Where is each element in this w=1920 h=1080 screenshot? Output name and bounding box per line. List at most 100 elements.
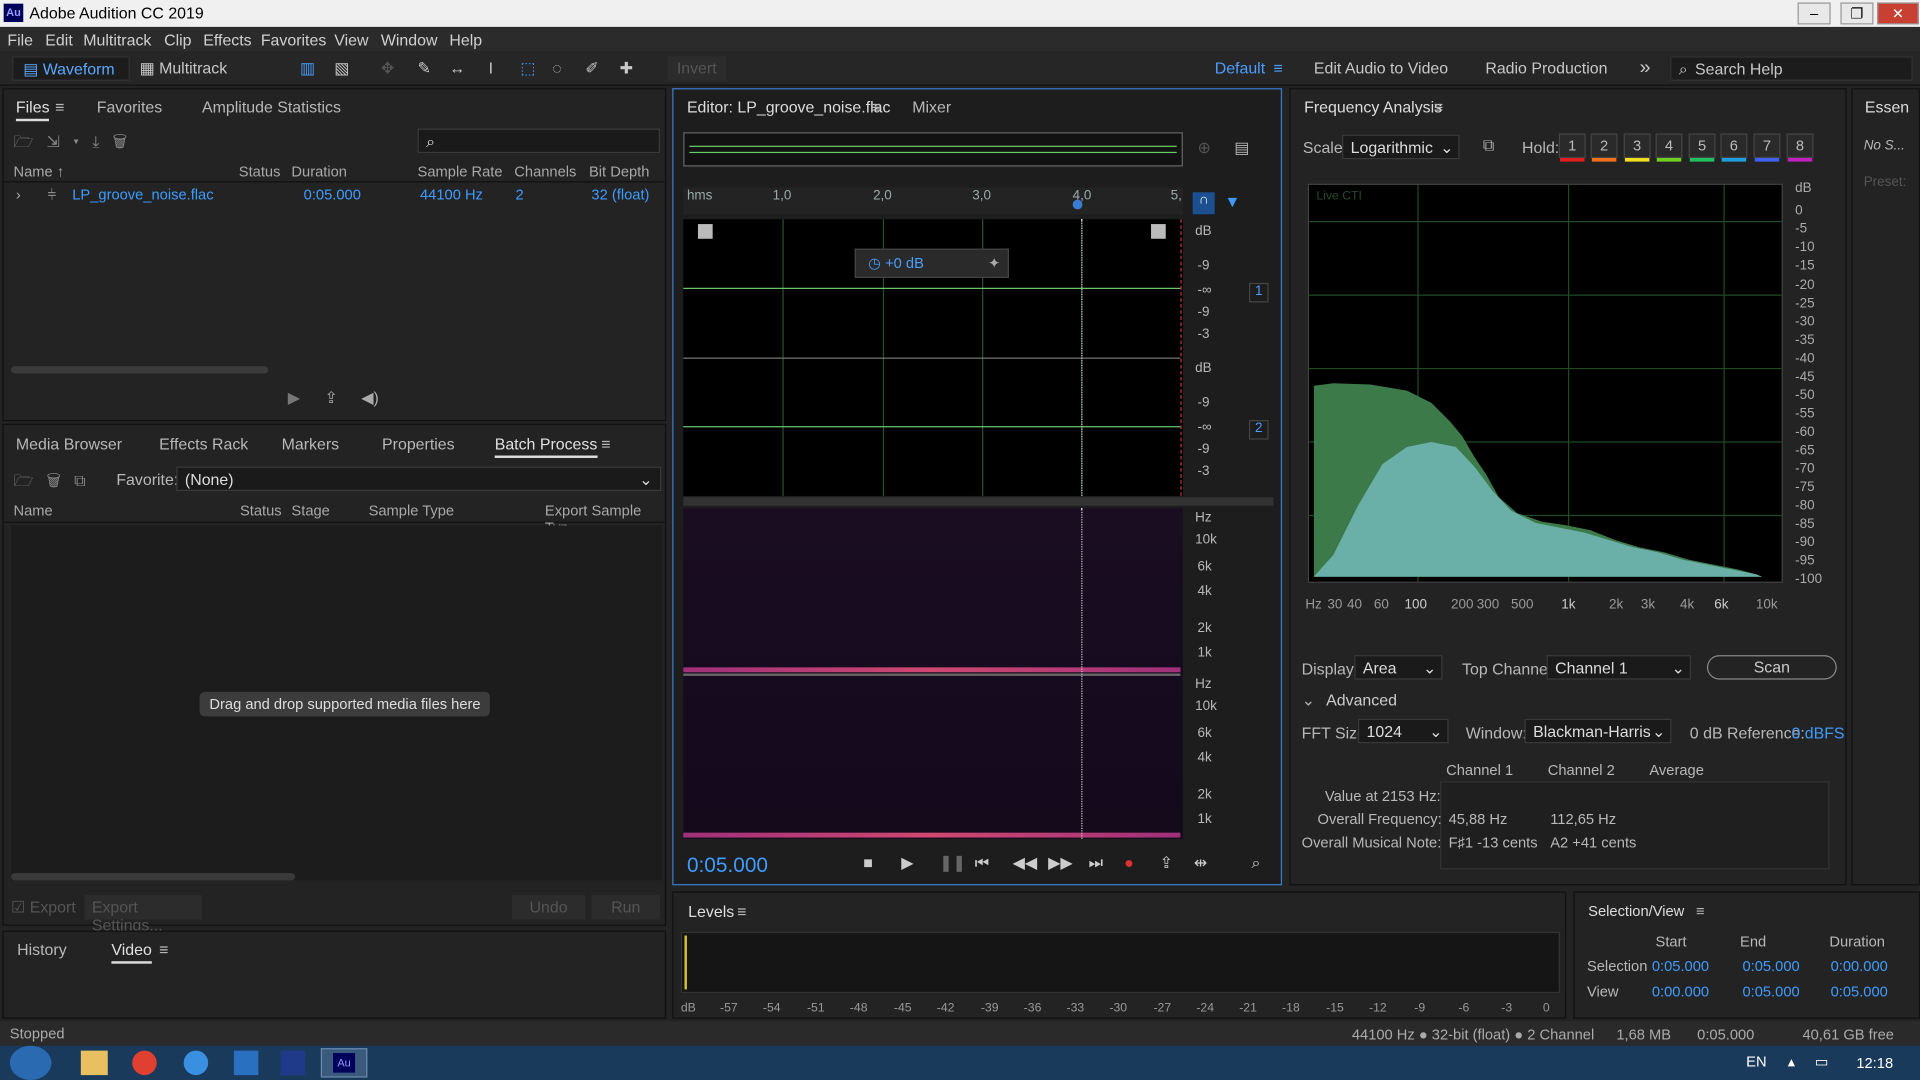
scan-button[interactable]: Scan <box>1706 655 1837 680</box>
time-ruler[interactable]: hms 1,0 2,0 3,0 4,0 5, <box>683 187 1183 215</box>
selection-end[interactable]: 0:05.000 <box>1742 958 1799 975</box>
hold-4-button[interactable]: 4 <box>1655 133 1683 162</box>
menu-window[interactable]: Window <box>381 31 438 49</box>
col-sample-type[interactable]: Sample Type <box>369 502 455 519</box>
col-name[interactable]: Name ↑ <box>13 163 64 180</box>
col-name[interactable]: Name <box>13 502 52 519</box>
workspace-edit-audio-video[interactable]: Edit Audio to Video <box>1314 56 1448 80</box>
gain-hud[interactable]: ◷ +0 dB ✦ <box>854 248 1009 278</box>
window-select[interactable]: Blackman-Harris ⌄ <box>1524 718 1672 744</box>
video-menu-icon[interactable]: ≡ <box>159 940 168 958</box>
favorite-select[interactable]: (None) ⌄ <box>176 466 662 492</box>
delete-icon[interactable]: 🗑 <box>113 132 127 150</box>
freq-menu-icon[interactable]: ≡ <box>1434 98 1443 116</box>
fast-forward-icon[interactable]: ▶▶ <box>1048 853 1072 873</box>
record-icon[interactable]: ● <box>1124 853 1134 871</box>
language-indicator[interactable]: EN <box>1746 1053 1766 1070</box>
hold-8-button[interactable]: 8 <box>1786 133 1814 162</box>
hold-7-button[interactable]: 7 <box>1753 133 1781 162</box>
tab-properties[interactable]: Properties <box>382 435 455 453</box>
channel-1-toggle[interactable]: 1 <box>1248 282 1269 303</box>
time-selection-tool-icon[interactable]: I <box>489 56 493 80</box>
chrome-icon[interactable] <box>132 1050 157 1076</box>
tab-effects-rack[interactable]: Effects Rack <box>159 435 248 453</box>
workspace-radio-production[interactable]: Radio Production <box>1485 56 1607 80</box>
overview-bar[interactable] <box>683 132 1183 167</box>
files-menu-icon[interactable]: ≡ <box>55 98 64 116</box>
play-preview-icon[interactable]: ▶ <box>288 388 300 408</box>
menu-clip[interactable]: Clip <box>164 31 191 49</box>
open-file-icon[interactable]: 🗁 <box>13 132 33 150</box>
save-app-icon[interactable] <box>280 1050 305 1076</box>
col-stage[interactable]: Stage <box>291 502 329 519</box>
selview-menu-icon[interactable]: ≡ <box>1696 902 1705 919</box>
new-file-icon[interactable]: ▾ <box>73 132 79 150</box>
menu-favorites[interactable]: Favorites <box>261 31 326 49</box>
waveform-display-icon[interactable]: ▥ <box>300 56 315 80</box>
tab-favorites[interactable]: Favorites <box>97 98 162 116</box>
menu-multitrack[interactable]: Multitrack <box>83 31 151 49</box>
scale-select[interactable]: Logarithmic ⌄ <box>1342 134 1460 160</box>
run-button[interactable]: Run <box>591 895 661 920</box>
zoom-icon[interactable]: ⌕ <box>1251 853 1260 873</box>
pause-icon[interactable]: ❚❚ <box>939 853 966 873</box>
export-settings-button[interactable]: Export Settings... <box>84 895 203 934</box>
import-icon[interactable]: ⇲ <box>46 132 59 150</box>
spectrum-graph[interactable]: Live CTI <box>1307 183 1783 583</box>
current-time[interactable]: 0:05.000 <box>687 853 768 877</box>
export-checkbox[interactable]: ☑ Export <box>11 898 76 918</box>
marquee-tool-icon[interactable]: ⬚ <box>520 56 535 80</box>
spot-healing-tool-icon[interactable]: ✚ <box>620 56 633 80</box>
tab-video[interactable]: Video <box>111 940 152 964</box>
workspace-default[interactable]: Default <box>1215 56 1265 80</box>
col-duration[interactable]: Duration <box>291 163 347 180</box>
tab-markers[interactable]: Markers <box>282 435 339 453</box>
fft-size-select[interactable]: 1024 ⌄ <box>1357 718 1449 744</box>
menu-file[interactable]: File <box>7 31 33 49</box>
search-help-field[interactable]: ⌕ Search Help <box>1670 56 1913 81</box>
menu-edit[interactable]: Edit <box>45 31 72 49</box>
view-start[interactable]: 0:00.000 <box>1652 983 1709 1000</box>
ie-icon[interactable] <box>183 1050 209 1076</box>
batch-scrollbar[interactable] <box>11 873 296 881</box>
start-button-icon[interactable] <box>9 1045 52 1080</box>
hold-3-button[interactable]: 3 <box>1623 133 1651 162</box>
file-row[interactable]: › ⫩ LP_groove_noise.flac 0:05.000 44100 … <box>4 185 665 207</box>
more-workspaces-icon[interactable]: » <box>1640 56 1651 80</box>
open-folder-icon[interactable]: 🗁 <box>13 471 33 489</box>
spectral-display-icon[interactable]: ▧ <box>334 56 349 80</box>
move-tool-icon[interactable]: ✥ <box>381 56 394 80</box>
hold-5-button[interactable]: 5 <box>1688 133 1716 162</box>
waveform-view-button[interactable]: ▤ Waveform <box>12 56 130 81</box>
slip-tool-icon[interactable]: ↔ <box>449 56 465 80</box>
play-icon[interactable]: ▶ <box>901 853 913 873</box>
tab-files[interactable]: Files <box>15 98 50 122</box>
explorer-icon[interactable] <box>80 1050 108 1076</box>
go-to-end-icon[interactable]: ⏭ <box>1089 853 1103 873</box>
hold-6-button[interactable]: 6 <box>1720 133 1748 162</box>
col-channels[interactable]: Channels <box>514 163 576 180</box>
view-duration[interactable]: 0:05.000 <box>1831 983 1888 1000</box>
expand-chevron-icon[interactable]: › <box>16 186 21 203</box>
col-sample-rate[interactable]: Sample Rate <box>418 163 503 180</box>
overlay-icon[interactable]: ⧉ <box>1483 136 1494 156</box>
tab-media-browser[interactable]: Media Browser <box>16 435 122 453</box>
editor-menu-icon[interactable]: ≡ <box>872 98 881 116</box>
tab-mixer[interactable]: Mixer <box>912 98 951 116</box>
split-handle[interactable] <box>683 497 1274 506</box>
level-meter[interactable] <box>680 931 1561 994</box>
clock[interactable]: 12:18 <box>1856 1054 1893 1071</box>
cti-marker-icon[interactable] <box>1072 199 1083 210</box>
files-search-input[interactable]: ⌕ <box>417 128 661 154</box>
tab-amplitude-statistics[interactable]: Amplitude Statistics <box>202 98 341 116</box>
rewind-icon[interactable]: ◀◀ <box>1013 853 1037 873</box>
advanced-chevron-icon[interactable]: ⌄ <box>1302 691 1315 711</box>
snap-icon[interactable]: ∩ <box>1192 192 1215 215</box>
levels-menu-icon[interactable]: ≡ <box>737 902 746 920</box>
skip-selection-icon[interactable]: ⇹ <box>1194 853 1207 873</box>
col-bit-depth[interactable]: Bit Depth <box>589 163 649 180</box>
multitrack-view-button[interactable]: ▦ Multitrack <box>140 56 228 80</box>
app-icon[interactable] <box>233 1050 259 1076</box>
marker-icon[interactable]: ▼ <box>1225 192 1241 210</box>
channel-2-toggle[interactable]: 2 <box>1248 420 1269 440</box>
